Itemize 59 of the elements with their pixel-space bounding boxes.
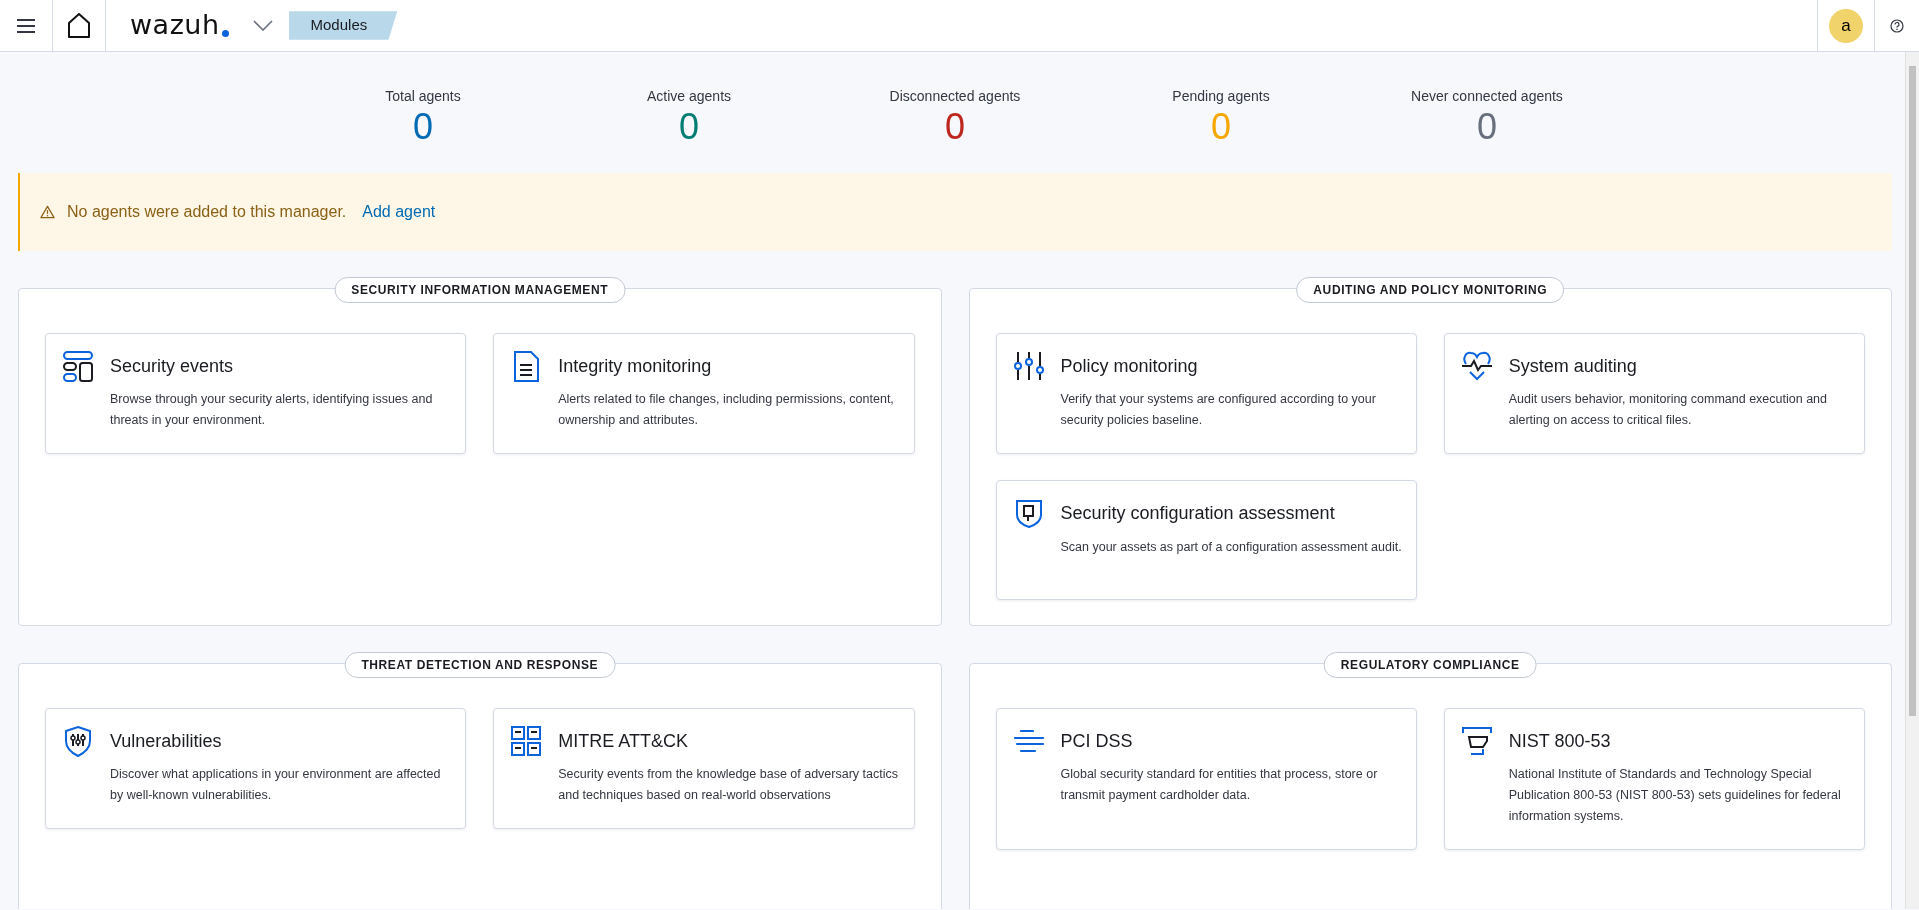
card-title: Vulnerabilities [110,730,223,753]
breadcrumb[interactable]: Modules [288,11,398,40]
module-card[interactable]: Policy monitoring Verify that your systems are configured according to your security policies baseline. [995,332,1417,455]
stat-value[interactable]: 0 [290,107,556,147]
help-icon[interactable] [1890,18,1904,33]
add-agent-link[interactable]: Add agent [362,199,436,224]
module-card[interactable]: Security configuration assessment Scan your assets as part of a configuration assessment audit. [995,480,1417,601]
card-title: Security events [110,355,235,378]
panel-title: SECURITY INFORMATION MANAGEMENT [334,276,626,303]
module-card[interactable]: Vulnerabilities Discover what applications in your environment are affected by well-known vulnerabilities. [45,707,467,830]
panel-title: AUDITING AND POLICY MONITORING [1296,276,1565,303]
stat-value[interactable]: 0 [1354,107,1620,147]
module-card[interactable]: Security events Browse through your security alerts, identifying issues and threats in your environment. [45,332,467,455]
card-title: Integrity monitoring [558,355,713,378]
home-icon[interactable] [67,13,91,38]
menu-icon[interactable] [17,18,35,33]
card-description: Browse through your security alerts, identifying issues and threats in your environment. [110,391,434,430]
stat-label: Total agents [384,87,462,106]
card-description: Global security standard for entities that process, store or transmit payment cardholder data. [1060,766,1379,805]
card-description: National Institute of Standards and Technology Special Publication 800-53 (NIST 800-53) sets guidelines for federal information systems. [1508,766,1842,826]
card-title: System auditing [1508,355,1638,378]
card-title: Policy monitoring [1060,355,1199,378]
card-title: PCI DSS [1060,730,1134,753]
card-description: Scan your assets as part of a configuration assessment audit. [1060,538,1402,556]
panel-title: THREAT DETECTION AND RESPONSE [344,651,616,678]
user-avatar[interactable]: a [1829,8,1863,43]
module-icon [1460,724,1493,757]
stat-label: Active agents [645,87,733,106]
stat-label: Disconnected agents [888,87,1022,106]
dot-icon [221,29,229,37]
callout-text: No agents were added to this manager. [67,201,347,222]
module-icon [62,724,94,757]
module-card[interactable]: MITRE ATT&CK Security events from the knowledge base of adversary tactics and techniques based on real-world observations [493,707,915,830]
stat-label: Never connected agents [1410,87,1564,106]
card-description: Alerts related to file changes, including permissions, content, ownership and attributes. [558,391,895,430]
card-title: NIST 800-53 [1508,730,1612,753]
module-icon [62,349,94,382]
scrollbar[interactable] [1905,52,1919,909]
module-card[interactable]: NIST 800-53 National Institute of Standards and Technology Special Publication 800-53 (NIST 800-53) sets guidelines for federal information systems. [1443,707,1865,851]
card-title: MITRE ATT&CK [558,730,689,753]
module-icon [510,724,543,757]
stat-label: Pending agents [1171,87,1271,106]
stat-value[interactable]: 0 [822,107,1088,147]
logo[interactable]: wazuh [130,5,220,46]
card-description: Discover what applications in your environment are affected by well-known vulnerabilities. [110,766,442,805]
module-card[interactable]: PCI DSS Global security standard for entities that process, store or transmit payment cardholder data. [995,707,1417,851]
card-description: Security events from the knowledge base of adversary tactics and techniques based on real-world observations [558,766,899,805]
scrollbar-thumb[interactable] [1909,66,1916,716]
card-title: Security configuration assessment [1060,503,1336,525]
module-card[interactable]: Integrity monitoring Alerts related to file changes, including permissions, content, ownership and attributes. [493,332,915,455]
panel-title: REGULATORY COMPLIANCE [1323,651,1537,678]
module-icon [1460,349,1493,382]
chevron-down-icon[interactable] [252,20,273,31]
card-description: Audit users behavior, monitoring command execution and alerting on access to critical files. [1508,391,1828,430]
card-description: Verify that your systems are configured according to your security policies baseline. [1060,391,1377,430]
module-icon [1012,349,1045,382]
module-card[interactable]: System auditing Audit users behavior, monitoring command execution and alerting on access to critical files. [1443,332,1865,455]
warning-icon [40,204,55,219]
stat-value[interactable]: 0 [556,107,822,147]
